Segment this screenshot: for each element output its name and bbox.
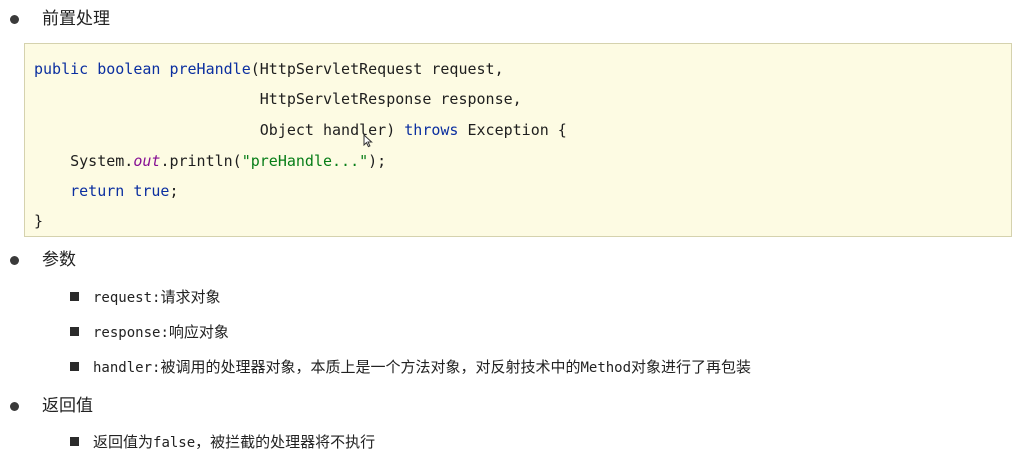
inline-code: Method: [580, 360, 632, 376]
square-bullet: [70, 292, 79, 301]
code-line: System.out.println("preHandle...");: [34, 151, 386, 171]
param-name: response: [93, 325, 161, 341]
code-keyword: true: [133, 182, 170, 200]
list-item: handler:被调用的处理器对象，本质上是一个方法对象，对反射技术中的Meth…: [70, 356, 751, 378]
code-line: HttpServletResponse response,: [34, 89, 522, 109]
code-keyword: throws: [404, 121, 459, 139]
param-description-tail: 对象进行了再包装: [631, 358, 752, 376]
code-string: "preHandle...": [241, 152, 369, 170]
code-keyword: return: [70, 182, 125, 200]
code-text: (HttpServletRequest request,: [250, 60, 504, 78]
mouse-pointer-icon: [363, 134, 373, 148]
section-heading-preprocess: 前置处理: [42, 9, 110, 29]
square-bullet: [70, 437, 79, 446]
list-item: request:请求对象: [70, 286, 220, 308]
code-field: out: [133, 152, 161, 170]
bullet-dot: [10, 15, 19, 24]
param-name: handler: [93, 360, 153, 376]
param-name: request: [93, 290, 153, 306]
code-text: Object handler): [259, 121, 405, 139]
return-description: 返回值为: [93, 433, 154, 451]
code-text: ;: [169, 182, 179, 200]
code-text: }: [34, 212, 44, 230]
bullet-dot: [10, 256, 19, 265]
code-line: }: [34, 211, 43, 231]
square-bullet: [70, 362, 79, 371]
code-keyword: boolean: [97, 60, 161, 78]
section-heading-params: 参数: [42, 250, 76, 270]
code-text: );: [368, 152, 387, 170]
code-text: HttpServletResponse response,: [259, 90, 522, 108]
code-line: public boolean preHandle(HttpServletRequ…: [34, 59, 504, 79]
code-line: Object handler) throws Exception {: [34, 120, 567, 140]
code-text: Exception {: [458, 121, 567, 139]
bullet-dot: [10, 402, 19, 411]
param-description: 被调用的处理器对象，本质上是一个方法对象，对反射技术中的: [160, 358, 581, 376]
inline-code: false: [153, 435, 196, 451]
method-name: preHandle: [169, 60, 251, 78]
code-line: return true;: [34, 181, 179, 201]
return-description-tail: ，被拦截的处理器将不执行: [195, 433, 376, 451]
list-item: 返回值为false，被拦截的处理器将不执行: [70, 431, 375, 453]
code-block: public boolean preHandle(HttpServletRequ…: [24, 43, 1012, 237]
square-bullet: [70, 327, 79, 336]
code-text: .println(: [160, 152, 242, 170]
param-description: 请求对象: [160, 288, 221, 306]
list-item: response:响应对象: [70, 321, 229, 343]
separator: :: [160, 325, 169, 341]
param-description: 响应对象: [168, 323, 229, 341]
code-text: System.: [70, 152, 134, 170]
code-keyword: public: [34, 60, 89, 78]
section-heading-return: 返回值: [42, 396, 93, 416]
